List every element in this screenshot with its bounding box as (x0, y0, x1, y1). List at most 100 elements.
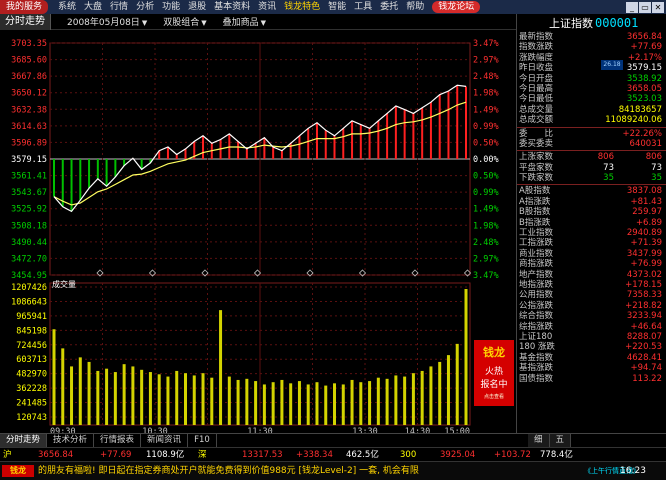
menu-item[interactable]: 工具 (354, 0, 372, 14)
bottom-tab[interactable]: F10 (188, 434, 217, 447)
sector-row-label: 地指涨跌 (519, 279, 554, 290)
sector-row[interactable]: 公指涨跌 +218.82 (517, 301, 666, 311)
menu-item[interactable]: 系统 (58, 0, 76, 14)
count-row[interactable]: 下跌家数 35 35 (517, 173, 666, 183)
sector-row[interactable]: 地产指数 4373.02 (517, 270, 666, 280)
stat-row[interactable]: 总成交量 84183657 (517, 105, 666, 115)
volume-tick-label: 724456 (16, 341, 47, 351)
counts-list: 上涨家数 806 806 平盘家数 73 73 下跌家数 35 35 (517, 152, 666, 183)
sector-row[interactable]: 综指涨跌 +46.64 (517, 322, 666, 332)
menu-item[interactable]: 帮助 (406, 0, 424, 14)
price-tick-label: 3685.60 (11, 56, 47, 66)
sector-row-value: 3837.08 (626, 186, 662, 197)
menu-item[interactable]: 钱龙特色 (284, 0, 320, 14)
news-ticker[interactable]: 钱龙 的朋友有福啦! 即日起在指定券商处开户就能免费得到价值988元 [钱龙Le… (0, 461, 666, 480)
sector-row-value: 2940.89 (626, 228, 662, 239)
menu-item[interactable]: 资讯 (258, 0, 276, 14)
sector-row[interactable]: 工指涨跌 +71.39 (517, 238, 666, 248)
promo-banner[interactable]: 钱龙 火热 报名中 点击查看 (474, 340, 514, 406)
stat-row[interactable]: 今日最低 3523.03 (517, 94, 666, 104)
index-strip[interactable]: 沪 3656.84 +77.69 1108.9亿 深 13317.53 +338… (0, 447, 666, 461)
promo-logo: 钱龙 (483, 346, 505, 359)
c300-amount: 778.4亿 (540, 450, 573, 460)
my-service-button[interactable]: 我的服务 (0, 0, 49, 14)
menu-item[interactable]: 分析 (136, 0, 154, 14)
c300-value: 3925.04 (440, 450, 476, 460)
count-row-value: 73 (651, 162, 662, 173)
panel-tab[interactable]: 细 (528, 434, 550, 447)
menu-item[interactable]: 基本资料 (214, 0, 250, 14)
window-buttons: _ ▭ ✕ (626, 1, 666, 13)
menu-item[interactable]: 行情 (110, 0, 128, 14)
menu-item[interactable]: 智能 (328, 0, 346, 14)
sector-row[interactable]: 地指涨跌 +178.15 (517, 280, 666, 290)
sector-row[interactable]: 工业指数 2940.89 (517, 228, 666, 238)
menu-item[interactable]: 大盘 (84, 0, 102, 14)
tab-intraday[interactable]: 分时走势 (0, 13, 51, 30)
sector-row[interactable]: B股指数 259.97 (517, 207, 666, 217)
minimize-icon[interactable]: _ (626, 1, 638, 13)
index-name: 上证指数 (549, 17, 593, 30)
price-tick-label: 3614.63 (11, 122, 47, 132)
count-row[interactable]: 上涨家数 806 806 (517, 152, 666, 162)
volume-tick-label: 1086643 (11, 297, 47, 307)
chevron-down-icon: ▼ (141, 19, 148, 27)
bottom-tab[interactable]: 技术分析 (47, 434, 95, 447)
sector-row-value: +218.82 (625, 300, 662, 311)
sector-row[interactable]: A指涨跌 +81.43 (517, 197, 666, 207)
promo-line2: 报名中 (480, 380, 508, 390)
stat-row-value: 11089240.06 (605, 115, 662, 126)
weibi-row: 委 比 +22.26% (517, 129, 666, 139)
sector-row-label: 国债指数 (519, 373, 554, 384)
ticker-text[interactable]: 的朋友有福啦! 即日起在指定券商处开户就能免费得到价值988元 [钱龙Level… (38, 462, 578, 480)
bottom-tab[interactable]: 新闻资讯 (141, 434, 189, 447)
sector-row[interactable]: 商业指数 3437.99 (517, 249, 666, 259)
date-selector[interactable]: 2008年05月08日 ▼ (67, 15, 147, 28)
stat-row[interactable]: 今日开盘 3538.92 (517, 74, 666, 84)
sector-row[interactable]: 180 涨跌 +220.53 (517, 342, 666, 352)
stat-row[interactable]: 昨日收盘 3579.15 (517, 63, 666, 73)
chart-toolbar: 分时走势 2008年05月08日 ▼ 双股组合 ▼ 叠加商品 ▼ (0, 13, 516, 30)
volume-tick-label: 603713 (16, 355, 47, 365)
pct-tick-label: 0.00% (473, 155, 499, 165)
menu-item[interactable]: 委托 (380, 0, 398, 14)
weibi-value: +22.26% (622, 128, 662, 139)
bottom-tab[interactable]: 行情报表 (94, 434, 142, 447)
promo-line1: 火热 (484, 367, 503, 377)
sector-row[interactable]: 基指涨跌 +94.74 (517, 363, 666, 373)
overlay-selector[interactable]: 叠加商品 ▼ (223, 15, 266, 28)
count-row-label: 下跌家数 (519, 173, 554, 184)
volume-tick-label: 120743 (16, 413, 47, 423)
forum-logo[interactable]: 钱龙论坛 (432, 1, 481, 13)
sector-row[interactable]: 国债指数 113.22 (517, 374, 666, 384)
sector-row-label: 商指涨跌 (519, 259, 554, 270)
panel-tab[interactable]: 五 (549, 434, 572, 447)
sector-row[interactable]: A股指数 3837.08 (517, 186, 666, 196)
count-row-alt-value: 806 (597, 152, 614, 163)
sector-row[interactable]: 综合指数 3233.94 (517, 311, 666, 321)
sector-row[interactable]: 上证180 8288.07 (517, 332, 666, 342)
stat-row[interactable]: 指数涨跌 +77.69 (517, 42, 666, 52)
maximize-icon[interactable]: ▭ (639, 1, 651, 13)
close-icon[interactable]: ✕ (652, 1, 664, 13)
sector-row-label: 工业指数 (519, 228, 554, 239)
count-row[interactable]: 平盘家数 73 73 (517, 163, 666, 173)
stat-row[interactable]: 今日最高 3658.05 (517, 84, 666, 94)
intraday-chart[interactable]: 3703.35 3.47% 3685.60 2.97% 3667.86 2.48% 3650… (0, 31, 516, 433)
sector-row[interactable]: 基金指数 4628.41 (517, 353, 666, 363)
bottom-tab[interactable]: 分时走势 (0, 434, 48, 447)
bottom-tabs: 分时走势 技术分析 行情报表 新闻资讯 F10 (0, 434, 217, 447)
sector-row[interactable]: 商指涨跌 +76.99 (517, 259, 666, 269)
compare-selector[interactable]: 双股组合 ▼ (163, 15, 206, 28)
stat-row[interactable]: 最新指数 3656.84 (517, 32, 666, 42)
sector-row[interactable]: 公用指数 7358.33 (517, 290, 666, 300)
stat-row-label: 今日开盘 (519, 73, 554, 84)
stat-row[interactable]: 涨跌幅度 +2.17% (517, 53, 666, 63)
volume-tick-label: 1207426 (11, 283, 47, 293)
stat-row[interactable]: 总成交额 11089240.06 (517, 115, 666, 125)
stat-row-value: 84183657 (618, 104, 662, 115)
menu-item[interactable]: 功能 (162, 0, 180, 14)
menu-item[interactable]: 退股 (188, 0, 206, 14)
sector-row[interactable]: B指涨跌 +6.89 (517, 218, 666, 228)
sector-row-label: 商业指数 (519, 248, 554, 259)
